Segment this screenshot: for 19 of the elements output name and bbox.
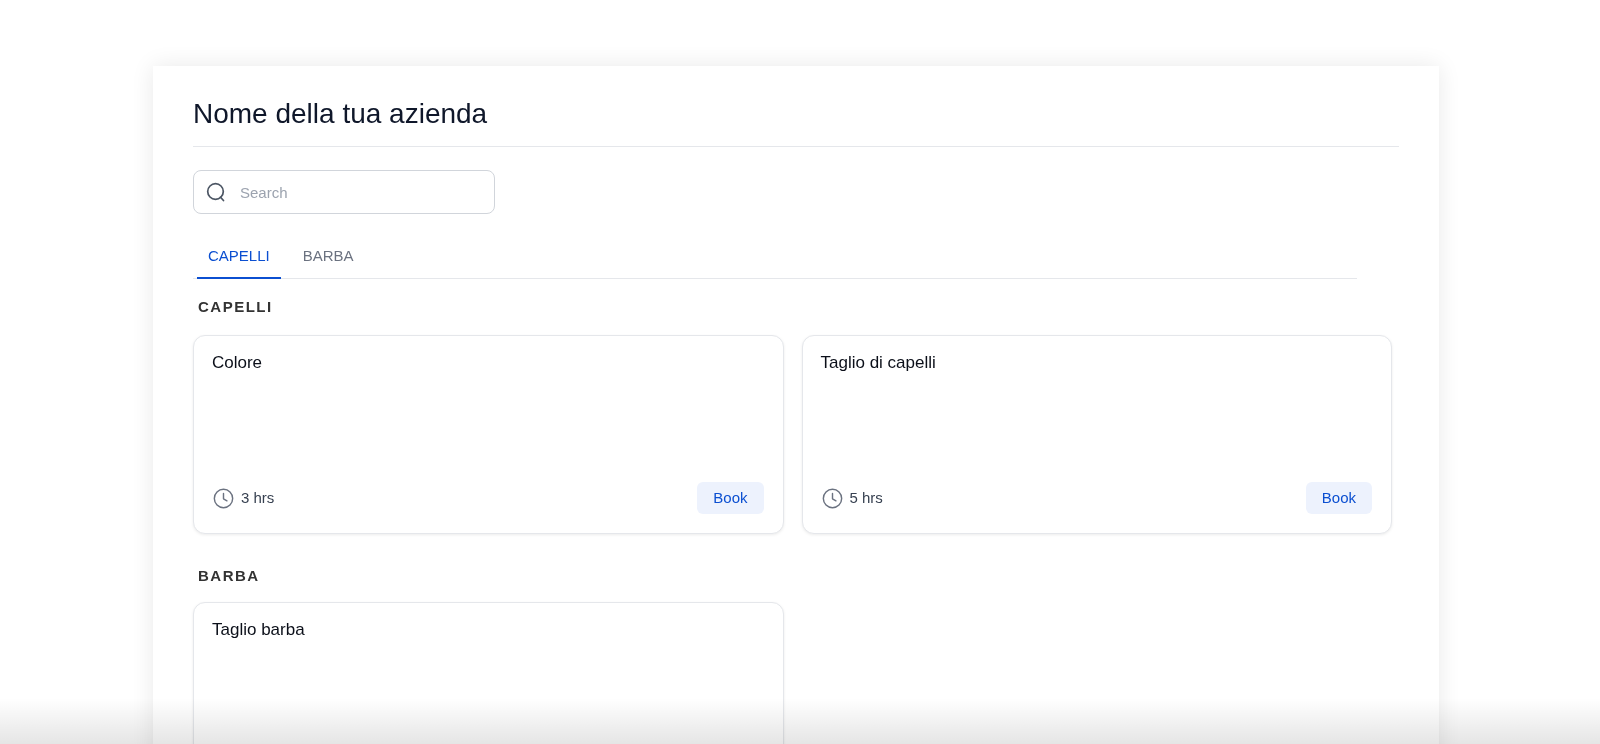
duration-text: 3 hrs (241, 488, 275, 508)
section-heading: CAPELLI (198, 298, 273, 315)
section-heading: BARBA (198, 567, 260, 584)
service-name: Taglio barba (212, 619, 305, 641)
book-button[interactable]: Book (697, 482, 764, 514)
service-card[interactable]: Taglio di capelli 5 hrs Book (801, 335, 1392, 534)
service-name: Taglio di capelli (820, 352, 936, 374)
category-tab[interactable]: CAPELLI (197, 236, 281, 279)
business-title: Nome della tua azienda (193, 97, 488, 131)
duration-text: 5 hrs (849, 488, 883, 508)
service-card[interactable]: Taglio barba (193, 602, 784, 744)
service-card[interactable]: Colore 3 hrs Book (193, 335, 784, 534)
search-field[interactable]: Search (193, 170, 495, 214)
search-icon (206, 182, 226, 202)
service-name: Colore (212, 352, 263, 374)
clock-icon (213, 487, 234, 509)
clock-icon (821, 487, 843, 509)
category-tab[interactable]: BARBA (291, 236, 365, 279)
book-button[interactable]: Book (1305, 482, 1372, 514)
